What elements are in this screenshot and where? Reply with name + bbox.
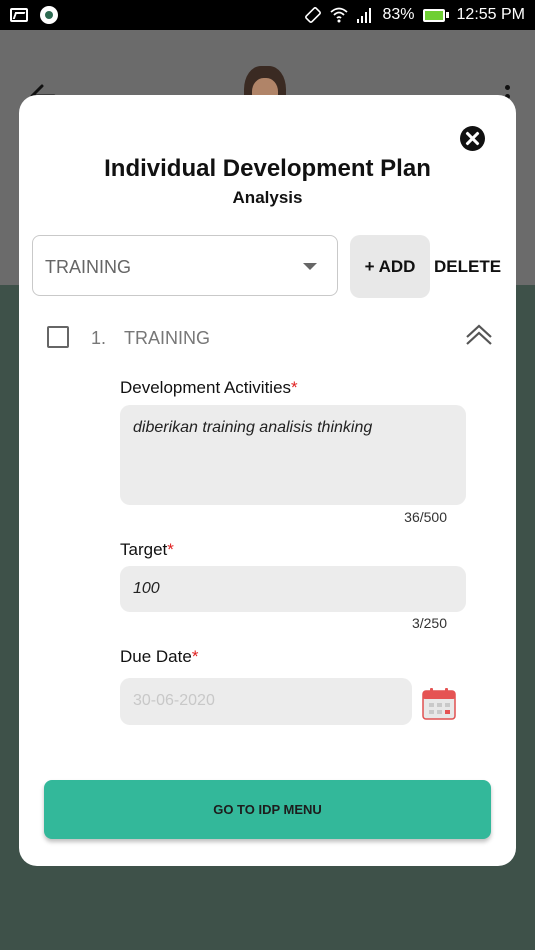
target-counter: 3/250 bbox=[411, 615, 447, 631]
modal-title: Individual Development Plan bbox=[104, 155, 431, 182]
clock: 12:55 PM bbox=[456, 6, 525, 23]
development-activities-counter: 36/500 bbox=[404, 509, 447, 525]
add-button[interactable]: + ADD bbox=[350, 235, 430, 298]
development-activities-label: Development Activities* bbox=[120, 378, 298, 398]
modal-subtitle: Analysis bbox=[232, 188, 303, 207]
required-marker: * bbox=[167, 540, 174, 559]
status-bar: 83% 12:55 PM bbox=[0, 0, 535, 30]
idp-modal: Individual Development Plan Analysis TRA… bbox=[19, 95, 516, 866]
development-activities-input[interactable]: diberikan training analisis thinking bbox=[120, 405, 466, 505]
close-icon[interactable] bbox=[460, 126, 485, 151]
signal-icon bbox=[357, 8, 372, 23]
gallery-notification-icon bbox=[10, 8, 28, 22]
required-marker: * bbox=[291, 378, 298, 397]
due-date-label: Due Date* bbox=[120, 647, 198, 667]
calendar-icon[interactable] bbox=[422, 687, 456, 720]
item-checkbox[interactable] bbox=[47, 326, 69, 348]
target-label-text: Target bbox=[120, 540, 168, 559]
item-number: 1. bbox=[91, 328, 107, 348]
due-date-label-text: Due Date bbox=[120, 647, 192, 666]
battery-icon bbox=[422, 8, 449, 22]
dropdown-caret-icon bbox=[303, 263, 317, 270]
battery-percent: 83% bbox=[382, 6, 415, 23]
due-date-input[interactable]: 30-06-2020 bbox=[120, 678, 412, 725]
delete-button[interactable]: DELETE bbox=[434, 257, 501, 277]
development-activities-label-text: Development Activities bbox=[120, 378, 292, 397]
category-dropdown[interactable]: TRAINING bbox=[32, 235, 338, 296]
target-label: Target* bbox=[120, 540, 174, 560]
wifi-icon bbox=[330, 7, 349, 23]
go-to-idp-menu-button[interactable]: GO TO IDP MENU bbox=[44, 780, 491, 839]
item-label: TRAINING bbox=[124, 328, 211, 348]
required-marker: * bbox=[191, 647, 199, 666]
collapse-chevron-icon[interactable] bbox=[464, 321, 494, 347]
dropdown-selected-value: TRAINING bbox=[45, 257, 132, 277]
app-notification-icon bbox=[40, 6, 58, 24]
vibrate-icon bbox=[305, 7, 322, 23]
target-input[interactable]: 100 bbox=[120, 566, 466, 612]
